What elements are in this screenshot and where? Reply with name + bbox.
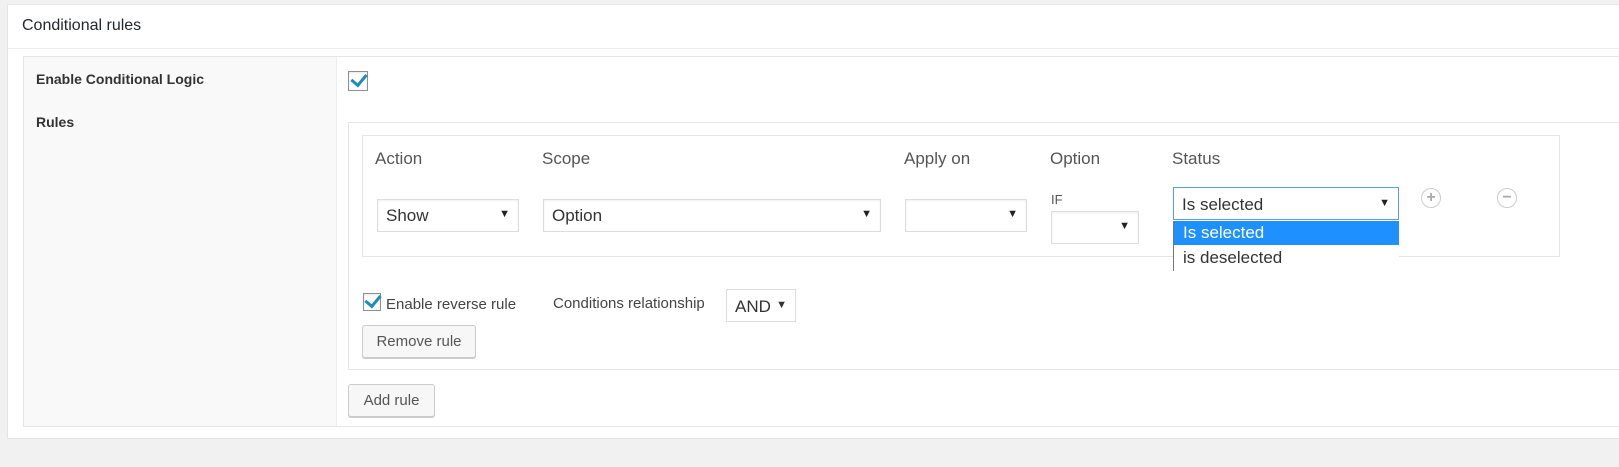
if-label: IF <box>1051 192 1063 207</box>
status-option-selected[interactable]: Is selected <box>1174 221 1399 245</box>
enable-logic-checkbox[interactable] <box>348 69 368 91</box>
action-select-value: Show <box>386 206 429 225</box>
rules-box: Action Scope Apply on Option Status Show… <box>348 122 1619 370</box>
reverse-rule-checkbox[interactable] <box>363 290 382 311</box>
status-header: Status <box>1172 149 1221 168</box>
relationship-select[interactable]: AND ▼ <box>726 289 796 322</box>
chevron-down-icon: ▼ <box>861 208 872 220</box>
option-header: Option <box>1050 149 1101 168</box>
chevron-down-icon: ▼ <box>1379 197 1390 209</box>
status-select[interactable]: Is selected ▼ <box>1173 187 1399 220</box>
action-select[interactable]: Show ▼ <box>377 199 519 232</box>
rule-row: Action Scope Apply on Option Status Show… <box>362 135 1560 271</box>
panel-title: Conditional rules <box>22 17 142 34</box>
chevron-down-icon: ▼ <box>1119 220 1130 232</box>
chevron-down-icon: ▼ <box>499 208 510 220</box>
conditional-rules-panel: Conditional rules Enable Conditional Log… <box>7 4 1619 439</box>
apply-on-header: Apply on <box>904 149 971 168</box>
chevron-down-icon: ▼ <box>1007 208 1018 220</box>
add-condition-button[interactable]: + <box>1421 188 1441 208</box>
status-select-value: Is selected <box>1182 195 1264 214</box>
scope-header: Scope <box>542 149 591 168</box>
reverse-rule-label: Enable reverse rule <box>386 296 517 313</box>
option-select[interactable]: ▼ <box>1051 211 1139 244</box>
scope-select[interactable]: Option ▼ <box>543 199 881 232</box>
add-rule-button[interactable]: Add rule <box>348 384 435 417</box>
rules-label: Rules <box>36 114 75 130</box>
settings-table: Enable Conditional Logic Rules Action Sc… <box>23 56 1619 427</box>
chevron-down-icon: ▼ <box>776 299 787 311</box>
status-dropdown-list: Is selected is deselected <box>1173 221 1399 271</box>
minus-icon: − <box>1502 189 1512 206</box>
label-column: Enable Conditional Logic Rules <box>24 57 337 426</box>
plus-icon: + <box>1426 189 1436 206</box>
checkmark-icon <box>364 290 382 309</box>
apply-on-select[interactable]: ▼ <box>905 199 1027 232</box>
enable-logic-label: Enable Conditional Logic <box>36 71 204 87</box>
relationship-select-value: AND <box>735 297 771 316</box>
status-option-deselected[interactable]: is deselected <box>1174 246 1399 270</box>
action-header: Action <box>375 149 423 168</box>
remove-rule-button[interactable]: Remove rule <box>362 325 476 358</box>
panel-header: Conditional rules <box>8 5 1619 49</box>
remove-condition-button[interactable]: − <box>1497 188 1517 208</box>
scope-select-value: Option <box>552 206 603 225</box>
checkmark-icon <box>350 69 368 88</box>
conditions-relationship-label: Conditions relationship <box>553 295 705 312</box>
